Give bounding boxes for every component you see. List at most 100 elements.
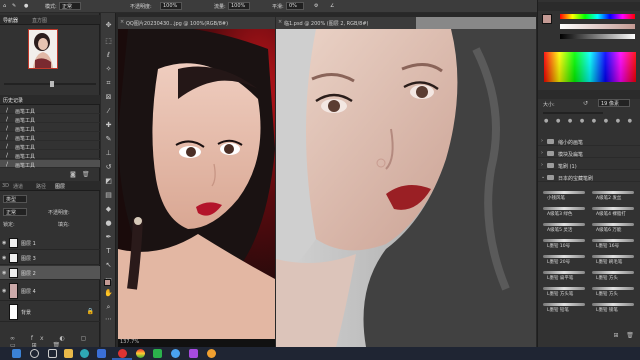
layer-row-selected[interactable]: ◉ 图层 2 (0, 266, 100, 280)
brush-preset[interactable]: L墨铅 10号 (541, 238, 588, 249)
brush-preset[interactable]: 小钱风笔 (541, 190, 588, 201)
history-item[interactable]: ∕ 画笔工具 (0, 142, 100, 151)
frame-tool-icon[interactable]: ⊠ (104, 93, 113, 102)
settings-icon[interactable]: ⚙ (314, 3, 318, 9)
brush-size-input[interactable]: 19 像素 (598, 99, 630, 107)
mode-select[interactable]: 正常 (59, 2, 81, 10)
reference-photo-canvas[interactable] (118, 29, 275, 339)
foreground-color-swatch[interactable] (104, 279, 111, 286)
history-item[interactable]: ∕ 画笔工具 (0, 106, 100, 115)
brush-preset[interactable]: L墨铅 方头 (590, 286, 637, 297)
brush-group[interactable]: › 笔刷 (1) (538, 161, 640, 170)
new-brush-icon[interactable]: ⊞ (612, 332, 620, 340)
move-tool-icon[interactable]: ✥ (104, 21, 113, 30)
opacity-input[interactable]: 100% (160, 2, 182, 10)
brush-preset[interactable]: L墨铅 刷毛笔 (590, 254, 637, 265)
marquee-tool-icon[interactable]: ⬚ (104, 37, 113, 46)
eraser-tool-icon[interactable]: ◩ (104, 177, 113, 186)
tab-channels[interactable]: 通道 (13, 183, 23, 190)
layer-kind-select[interactable]: 类型 (3, 195, 27, 203)
camera-icon[interactable]: ◙ (70, 171, 76, 178)
brightness-slider[interactable] (560, 34, 635, 39)
blur-tool-icon[interactable]: ◆ (104, 205, 113, 214)
trash-icon[interactable]: 🗑 (626, 332, 634, 340)
tab-paths[interactable]: 路径 (36, 183, 46, 190)
brush-presets-row[interactable]: ● ● ● ● ● ● ● ● ● ● ● (544, 118, 638, 130)
brush-preset[interactable]: L墨铅 16号 (590, 238, 637, 249)
eyedropper-tool-icon[interactable]: ⁄ (104, 107, 113, 116)
history-item[interactable]: ∕ 画笔工具 (0, 124, 100, 133)
brush-preset[interactable]: L墨铅 方头笔 (541, 286, 588, 297)
brush-preset[interactable]: A级笔2 发丝 (590, 190, 637, 201)
app-icon-2[interactable] (207, 349, 216, 358)
pen-tool-icon[interactable]: ✒ (104, 233, 113, 242)
search-icon[interactable] (30, 349, 39, 358)
wechat-icon[interactable] (153, 349, 162, 358)
doc-tab-painting[interactable]: × 临1.psd @ 200% (图层 2, RGB/8#) (276, 17, 416, 29)
history-item-selected[interactable]: ∕ 画笔工具 (0, 160, 100, 169)
qq-icon[interactable] (171, 349, 180, 358)
quick-select-tool-icon[interactable]: ✧ (104, 65, 113, 74)
crop-tool-icon[interactable]: ⌗ (104, 79, 113, 88)
layer-blend-select[interactable]: 正常 (3, 208, 27, 216)
tab-3d[interactable]: 3D (2, 183, 9, 189)
brush-group-open[interactable]: ⌄ 日本的宝藏笔刷 (538, 173, 640, 182)
tab-navigator[interactable]: 导航器 (3, 17, 18, 24)
brush-preset[interactable]: A级笔4 裸脂打 (590, 206, 637, 217)
smooth-input[interactable]: 0% (286, 2, 304, 10)
close-icon[interactable]: × (120, 19, 124, 25)
hand-tool-icon[interactable]: ✋ (104, 289, 113, 298)
saturation-slider[interactable] (560, 24, 635, 29)
visibility-icon[interactable]: ◉ (2, 255, 6, 261)
zoom-slider-handle[interactable] (50, 81, 54, 87)
layer-row[interactable]: ◉ 图层 1 (0, 236, 100, 250)
history-item[interactable]: ∕ 画笔工具 (0, 115, 100, 124)
paint-icon[interactable] (189, 349, 198, 358)
flow-input[interactable]: 100% (228, 2, 250, 10)
home-icon[interactable]: ⌂ (3, 3, 6, 9)
brush-preset[interactable]: A级笔3 绿色 (541, 206, 588, 217)
hue-slider[interactable] (560, 14, 635, 19)
brush-preset[interactable]: L墨铅 20号 (541, 254, 588, 265)
windows-start-icon[interactable] (12, 349, 21, 358)
doc-tab-reference[interactable]: × QQ图片20230430...jpg @ 100%(RGB/8#) (118, 17, 275, 29)
color-panel-fg-swatch[interactable] (542, 14, 552, 24)
app-icon[interactable] (97, 349, 106, 358)
color-spectrum[interactable] (544, 52, 636, 82)
brush-preset[interactable]: L墨铅 锁笔 (590, 302, 637, 313)
reset-icon[interactable]: ↺ (583, 100, 588, 107)
visibility-icon[interactable]: ◉ (2, 240, 6, 246)
visibility-icon[interactable]: ◉ (2, 270, 6, 276)
history-brush-tool-icon[interactable]: ↺ (104, 163, 113, 172)
lasso-tool-icon[interactable]: ℓ (104, 51, 113, 60)
path-select-tool-icon[interactable]: ↖ (104, 261, 113, 270)
tab-layers[interactable]: 图层 (55, 183, 65, 190)
brush-size-icon[interactable]: ● (24, 3, 28, 9)
brush-preset[interactable]: A级笔5 灵活 (541, 222, 588, 233)
healing-tool-icon[interactable]: ✚ (104, 121, 113, 130)
history-item[interactable]: ∕ 画笔工具 (0, 133, 100, 142)
brush-preset[interactable]: A级笔6 万能 (590, 222, 637, 233)
dodge-tool-icon[interactable]: ● (104, 219, 113, 228)
layer-row[interactable]: ◉ 图层 3 (0, 251, 100, 265)
trash-icon[interactable]: 🗑 (82, 171, 90, 178)
more-tools-icon[interactable]: ⋯ (104, 315, 113, 324)
gradient-tool-icon[interactable]: ▤ (104, 191, 113, 200)
tab-histogram[interactable]: 直方图 (32, 17, 47, 24)
brush-group[interactable]: › 缩小的画笔 (538, 137, 640, 146)
brush-size-slider[interactable] (543, 112, 603, 114)
painting-canvas[interactable] (276, 29, 536, 347)
stamp-tool-icon[interactable]: ⊥ (104, 149, 113, 158)
close-icon[interactable]: × (278, 19, 282, 25)
brush-preset[interactable]: L墨铅 方头 (590, 270, 637, 281)
brush-preset[interactable]: L墨铅 铅笔 (541, 302, 588, 313)
zoom-tool-icon[interactable]: ⌕ (104, 303, 113, 312)
task-view-icon[interactable] (48, 349, 57, 358)
brush-group[interactable]: › 模块及扁笔 (538, 149, 640, 158)
navigator-thumbnail[interactable] (28, 29, 58, 69)
edge-icon[interactable] (80, 349, 89, 358)
folder-icon[interactable] (64, 349, 73, 358)
chrome-icon[interactable] (136, 349, 145, 358)
photoshop-icon[interactable] (118, 349, 127, 358)
history-item[interactable]: ∕ 画笔工具 (0, 151, 100, 160)
